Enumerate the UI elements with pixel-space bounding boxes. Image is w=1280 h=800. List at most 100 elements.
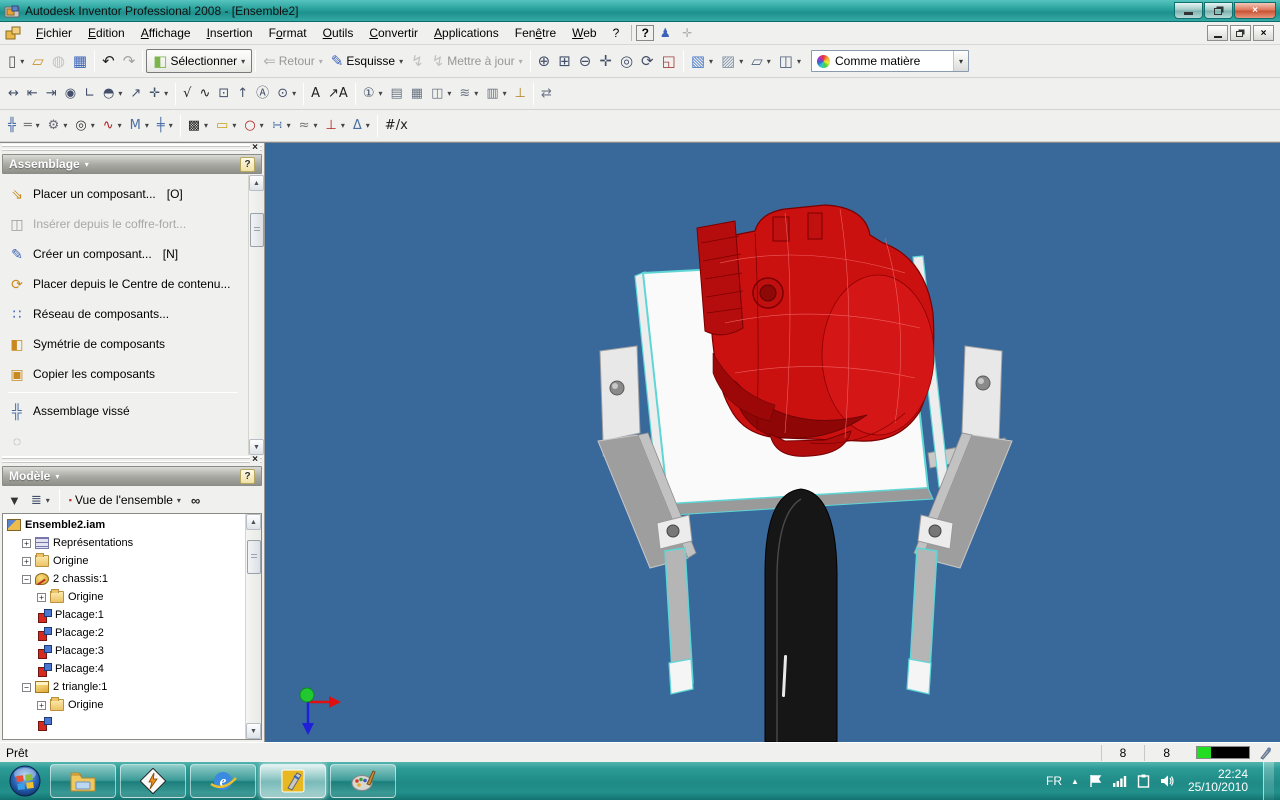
- mirror-components[interactable]: ◧ Symétrie de composants: [6, 329, 248, 359]
- scroll-thumb[interactable]: [250, 213, 264, 247]
- spring-button[interactable]: ∿ ▾: [99, 113, 126, 139]
- right-bracket[interactable]: [961, 345, 1003, 442]
- place-from-content-center[interactable]: ⟳ Placer depuis le Centre de contenu...: [6, 269, 248, 299]
- surface-texture-button[interactable]: ⊥ ▾: [511, 81, 530, 107]
- retrieve-dimensions-button[interactable]: ⇄ ▾: [537, 81, 556, 107]
- scroll-up-button[interactable]: ▲: [249, 175, 264, 191]
- tolerance-calc-button[interactable]: Δ ▾: [349, 113, 374, 139]
- tree-expander[interactable]: −: [22, 682, 31, 692]
- spline-button[interactable]: ∿ ▾: [195, 81, 214, 107]
- show-desktop-button[interactable]: [1263, 762, 1274, 800]
- tree-item[interactable]: Ensemble2.iam: [7, 516, 245, 534]
- chevron-down-icon[interactable]: ▾: [398, 57, 403, 66]
- tree-expander[interactable]: +: [22, 556, 31, 566]
- scrollbar[interactable]: ▲ ▼: [245, 514, 261, 739]
- leader-note-button[interactable]: ↗ ▾: [126, 81, 145, 107]
- chevron-down-icon[interactable]: ▾: [163, 89, 168, 98]
- hole-note-button[interactable]: ◉ ▾: [61, 81, 80, 107]
- chevron-down-icon[interactable]: ▾: [117, 89, 122, 98]
- menu-item[interactable]: Fenêtre: [507, 23, 564, 43]
- scroll-down-button[interactable]: ▼: [249, 439, 264, 455]
- chevron-down-icon[interactable]: ▾: [117, 121, 122, 130]
- text-button[interactable]: A ▾: [307, 81, 324, 107]
- tree-expander[interactable]: +: [37, 592, 46, 602]
- datum-target-button[interactable]: ↑ ▾: [233, 81, 252, 107]
- bearing-button[interactable]: ◎ ▾: [71, 113, 98, 139]
- general-dimension-button[interactable]: ↔ ▾: [4, 81, 23, 107]
- tree-item[interactable]: + Origine: [7, 588, 245, 606]
- tree-item[interactable]: Placage:3: [7, 642, 245, 660]
- chevron-down-icon[interactable]: ▾: [365, 121, 370, 130]
- new-document-button[interactable]: ▯ ▾: [4, 48, 28, 74]
- chevron-down-icon[interactable]: ▾: [766, 57, 771, 66]
- clipboard-icon[interactable]: [1136, 774, 1151, 788]
- left-bracket[interactable]: [599, 345, 641, 442]
- update-button[interactable]: ↯ Mettre à jour ▾: [428, 48, 527, 74]
- key-connection-button[interactable]: ▭ ▾: [212, 113, 240, 139]
- tree-item[interactable]: + Origine: [7, 696, 245, 714]
- tree-item[interactable]: Placage:2: [7, 624, 245, 642]
- menu-item[interactable]: Affichage: [133, 23, 199, 43]
- menu-item[interactable]: Fichier: [28, 23, 80, 43]
- clipped-item[interactable]: ◌: [6, 426, 248, 455]
- chevron-down-icon[interactable]: ▾: [318, 57, 323, 66]
- place-component[interactable]: ⇘ Placer un composant... [O]: [6, 179, 248, 209]
- chevron-down-icon[interactable]: ▾: [85, 160, 240, 169]
- menu-item[interactable]: Outils: [315, 23, 362, 43]
- scroll-track[interactable]: [249, 191, 264, 439]
- panel-drag-handle[interactable]: ×: [2, 455, 262, 465]
- menu-item[interactable]: Format: [261, 23, 315, 43]
- chevron-down-icon[interactable]: ▾: [377, 89, 382, 98]
- hidden-edge-display-button[interactable]: ▨ ▾: [717, 48, 747, 74]
- center-mark-button[interactable]: ✛ ▾: [145, 81, 172, 107]
- taskbar-ie-button[interactable]: e: [190, 764, 256, 798]
- material-combo[interactable]: Comme matière ▾: [810, 50, 969, 72]
- pattern-components[interactable]: ∷ Réseau de composants...: [6, 299, 248, 329]
- pan-button[interactable]: ✛ ▾: [595, 48, 616, 74]
- tree-expander[interactable]: +: [22, 538, 31, 548]
- zoom-window-button[interactable]: ⊞ ▾: [554, 48, 575, 74]
- update-part-button[interactable]: ↯ ▾: [407, 48, 428, 74]
- leader-text-button[interactable]: ↗A ▾: [324, 81, 352, 107]
- bend-note-button[interactable]: ∟ ▾: [80, 81, 99, 107]
- start-button[interactable]: [8, 764, 42, 798]
- bolted-connection-button[interactable]: ╬ ▾: [4, 113, 20, 139]
- scroll-down-button[interactable]: ▼: [246, 723, 261, 739]
- chevron-down-icon[interactable]: ▾: [45, 496, 50, 505]
- tree-expander[interactable]: −: [22, 574, 31, 584]
- taskbar-inventor-button[interactable]: [260, 764, 326, 798]
- chevron-down-icon[interactable]: ▾: [240, 57, 245, 66]
- model-panel-header[interactable]: Modèle ▾ ?: [2, 466, 262, 486]
- child-close-button[interactable]: ×: [1253, 25, 1274, 41]
- language-indicator[interactable]: FR: [1046, 774, 1062, 788]
- tree-item[interactable]: + Origine: [7, 552, 245, 570]
- help-icon[interactable]: ?: [240, 156, 255, 172]
- weld-calc-button[interactable]: ≈ ▾: [295, 113, 322, 139]
- caterpillar-button[interactable]: ≋ ▾: [455, 81, 482, 107]
- limits-fits-button[interactable]: ∺ ▾: [268, 113, 295, 139]
- volume-icon[interactable]: [1160, 774, 1175, 788]
- save-button[interactable]: ▦ ▾: [69, 48, 91, 74]
- chamfer-note-button[interactable]: ◓ ▾: [99, 81, 126, 107]
- help-topics-button[interactable]: ?: [636, 25, 655, 41]
- baseline-dimension-button[interactable]: ⇤ ▾: [23, 81, 42, 107]
- zoom-button[interactable]: ⊖ ▾: [575, 48, 596, 74]
- return-button[interactable]: ⇐ Retour ▾: [259, 48, 327, 74]
- v-belt-button[interactable]: M ▾: [126, 113, 153, 139]
- chevron-down-icon[interactable]: ▾: [286, 121, 291, 130]
- taskbar-explorer-button[interactable]: [50, 764, 116, 798]
- clock[interactable]: 22:24 25/10/2010: [1188, 768, 1248, 794]
- menu-item[interactable]: Edition: [80, 23, 133, 43]
- chevron-down-icon[interactable]: ▾: [176, 496, 181, 505]
- child-restore-button[interactable]: [1230, 25, 1251, 41]
- ordinate-dimension-button[interactable]: ⇥ ▾: [42, 81, 61, 107]
- chevron-down-icon[interactable]: ▾: [708, 57, 713, 66]
- insert-from-vault-button[interactable]: ◍ ▾: [48, 48, 69, 74]
- chevron-down-icon[interactable]: ▾: [55, 472, 240, 481]
- shaded-display-button[interactable]: ▧ ▾: [687, 48, 717, 74]
- hierarchy-button[interactable]: ≣ ▾: [27, 489, 54, 511]
- tree-item[interactable]: [7, 714, 245, 732]
- 3d-viewport[interactable]: [265, 143, 1280, 742]
- panel-close-icon[interactable]: ×: [250, 143, 260, 153]
- chevron-down-icon[interactable]: ▾: [62, 121, 67, 130]
